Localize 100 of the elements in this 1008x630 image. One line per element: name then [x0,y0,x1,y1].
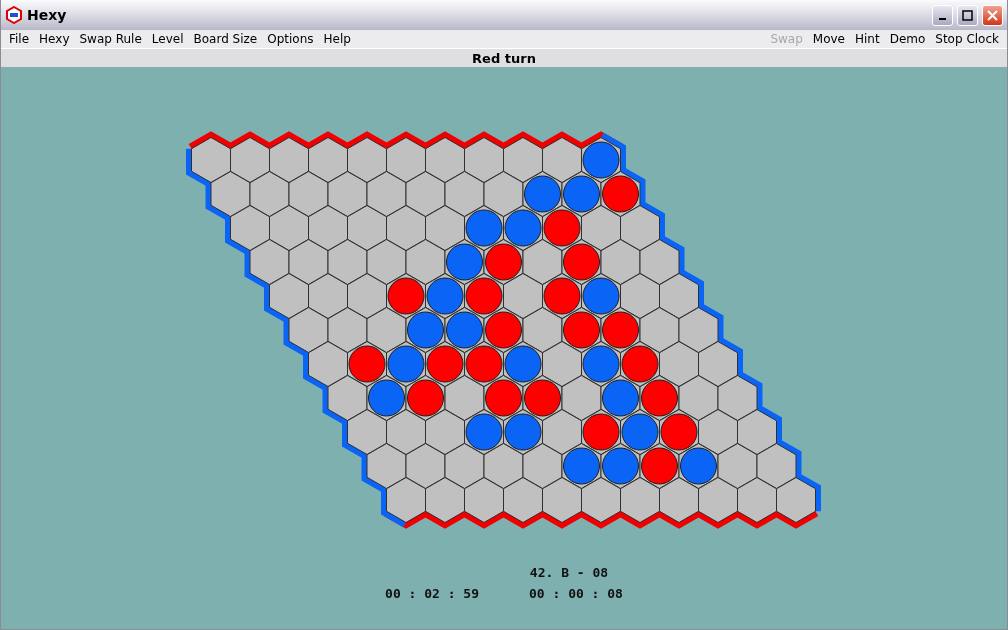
hex-cell[interactable] [522,239,563,285]
hex-cell[interactable] [503,273,543,319]
hex-cell[interactable] [327,307,368,353]
menu-item[interactable]: Level [146,32,189,46]
hex-cell[interactable] [288,307,329,353]
hex-cell[interactable] [717,375,758,421]
hex-cell[interactable] [659,341,699,387]
hex-cell[interactable] [386,409,426,455]
hex-cell[interactable] [308,137,348,183]
hex-cell[interactable] [249,239,290,285]
hex-cell[interactable] [327,239,368,285]
hex-cell[interactable] [249,171,290,217]
menu-item[interactable]: Help [318,32,356,46]
hex-cell[interactable] [386,137,426,183]
hex-cell[interactable] [737,477,777,523]
hex-cell[interactable] [659,273,699,319]
last-move: 42. B - 08 [529,565,609,580]
hex-cell[interactable] [464,137,504,183]
hex-cell[interactable] [620,273,660,319]
hex-cell[interactable] [366,307,407,353]
hex-cell[interactable] [327,171,368,217]
hex-cell[interactable] [542,137,582,183]
hex-cell[interactable] [347,137,387,183]
hex-cell[interactable] [483,171,524,217]
close-button[interactable] [982,4,1003,26]
hex-cell[interactable] [561,375,602,421]
hex-cell[interactable] [425,477,465,523]
minimize-icon [939,17,946,20]
hex-cell[interactable] [542,409,582,455]
hex-cell[interactable] [581,477,621,523]
hex-cell[interactable] [639,239,680,285]
hex-cell[interactable] [230,137,270,183]
hex-cell[interactable] [678,375,719,421]
hex-cell[interactable] [503,477,543,523]
hex-cell[interactable] [210,171,251,217]
menu-item[interactable]: Options [262,32,319,46]
hex-cell[interactable] [444,171,485,217]
hex-cell[interactable] [464,477,504,523]
hex-cell[interactable] [386,205,426,251]
hex-cell[interactable] [269,205,309,251]
hex-cell[interactable] [347,409,387,455]
hex-cell[interactable] [756,443,797,489]
hex-cell[interactable] [483,443,524,489]
hex-cell[interactable] [444,443,485,489]
hex-cell[interactable] [425,137,465,183]
hex-cell[interactable] [698,477,738,523]
player-clock: 00 : 00 : 08 [529,586,623,601]
hex-cell[interactable] [542,477,582,523]
menu-item[interactable]: Demo [884,32,931,46]
hex-cell[interactable] [308,341,348,387]
hex-cell[interactable] [308,205,348,251]
menu-item[interactable]: Swap Rule [74,32,147,46]
hex-cell[interactable] [230,205,270,251]
hex-cell[interactable] [288,239,329,285]
hex-cell[interactable] [308,273,348,319]
hex-cell[interactable] [698,341,738,387]
hex-cell[interactable] [269,137,309,183]
hex-cell[interactable] [425,409,465,455]
menu-item[interactable]: Hexy [34,32,75,46]
hex-cell[interactable] [620,205,660,251]
app-logo-icon [5,6,23,24]
hex-cell[interactable] [659,477,699,523]
menu-item[interactable]: File [4,32,35,46]
menu-item[interactable]: Hint [849,32,885,46]
hex-cell[interactable] [678,307,719,353]
hex-cell[interactable] [366,443,407,489]
hex-cell[interactable] [522,443,563,489]
close-icon [987,9,998,21]
menu-item[interactable]: Board Size [188,32,263,46]
menu-item[interactable]: Move [807,32,850,46]
hex-cell[interactable] [405,239,446,285]
hex-cell[interactable] [405,443,446,489]
hex-cell[interactable] [639,307,680,353]
hex-cell[interactable] [737,409,777,455]
hex-cell[interactable] [269,273,309,319]
menu-item[interactable]: Stop Clock [930,32,1004,46]
hex-cell[interactable] [366,239,407,285]
minimize-button[interactable] [932,4,953,26]
hex-cell[interactable] [405,171,446,217]
hex-cell[interactable] [386,477,426,523]
hex-cell[interactable] [581,205,621,251]
hex-cell[interactable] [717,443,758,489]
hex-cell[interactable] [698,409,738,455]
hex-cell[interactable] [542,341,582,387]
hex-cell[interactable] [425,205,465,251]
hex-cell[interactable] [503,137,543,183]
maximize-button[interactable] [957,4,978,26]
hex-cell[interactable] [288,171,329,217]
hex-cell[interactable] [444,375,485,421]
maximize-icon [962,9,973,21]
hex-cell[interactable] [347,205,387,251]
hex-cell[interactable] [600,239,641,285]
hex-cell[interactable] [776,477,816,523]
hex-cell[interactable] [620,477,660,523]
hex-cell[interactable] [366,171,407,217]
hex-cell[interactable] [347,273,387,319]
hex-cell[interactable] [522,307,563,353]
hex-cell[interactable] [191,137,231,183]
turn-status: Red turn [472,50,536,66]
hex-cell[interactable] [327,375,368,421]
